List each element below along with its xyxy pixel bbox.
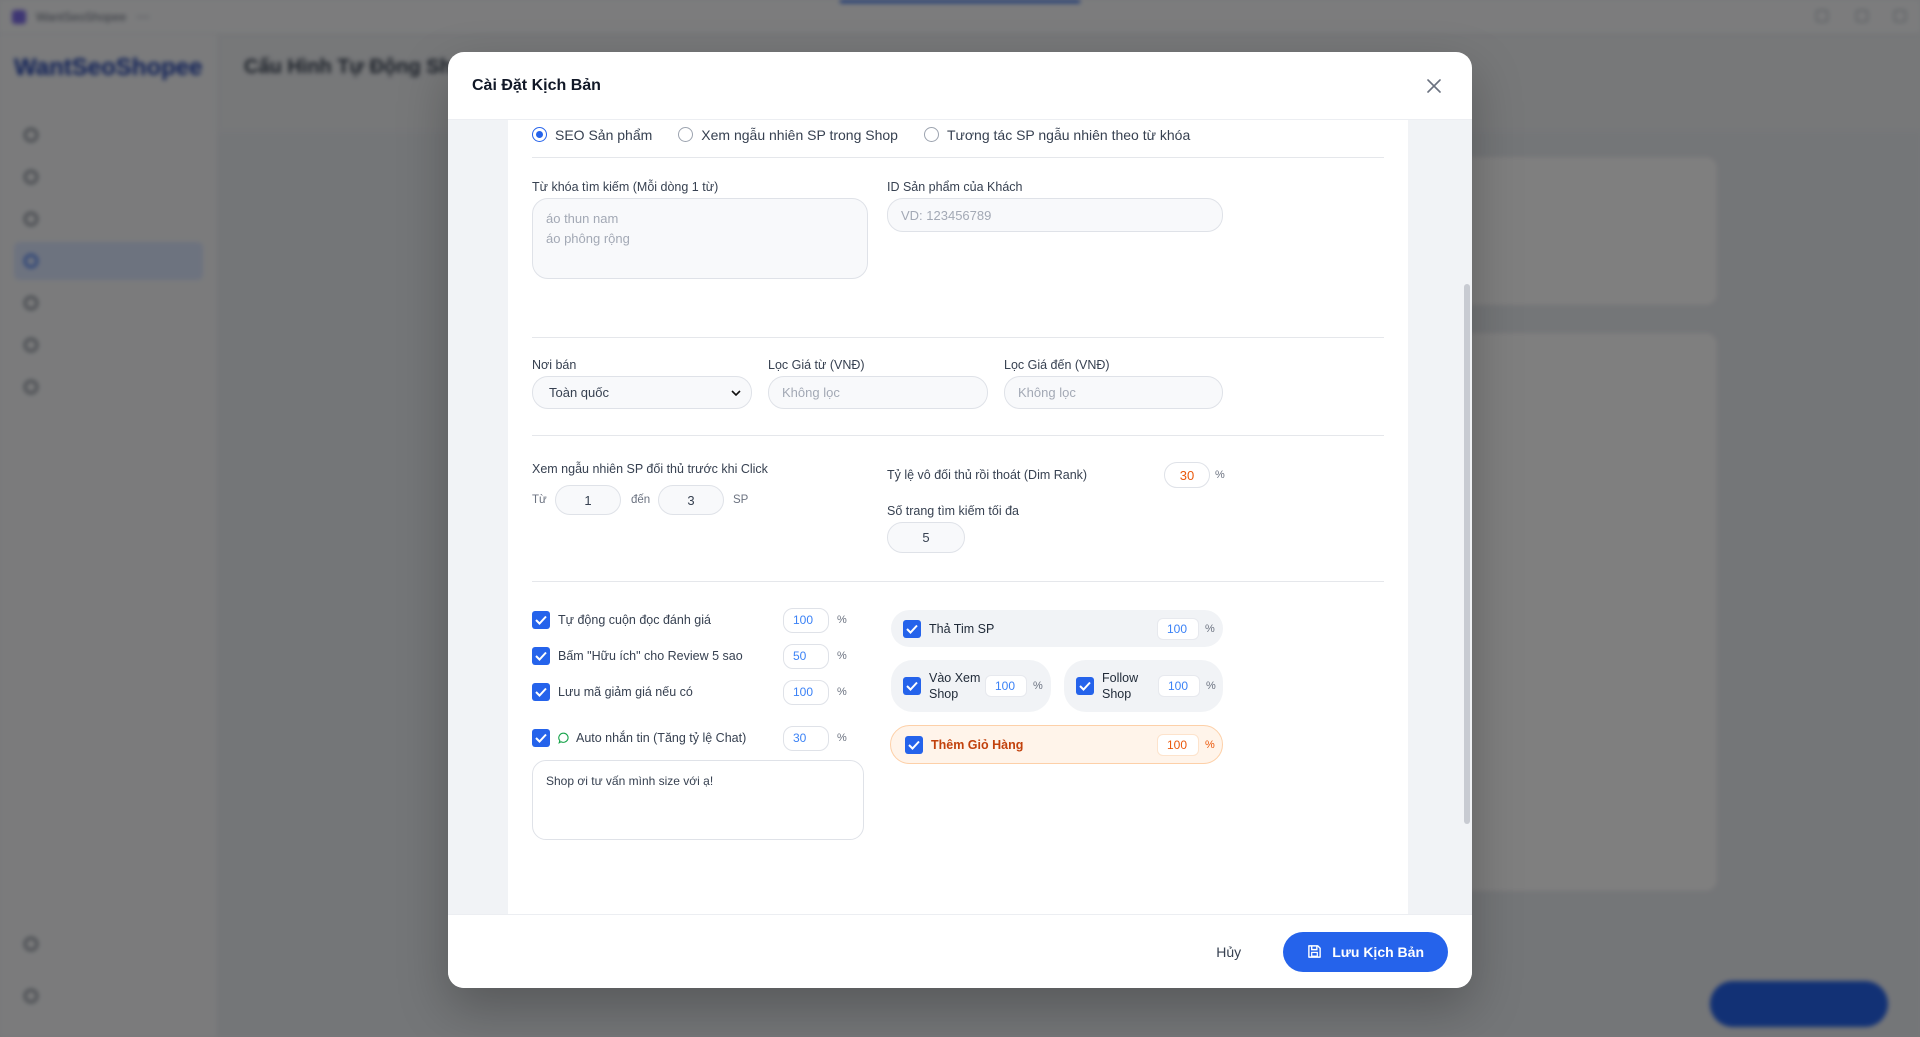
option-label: Auto nhắn tin (Tăng tỷ lệ Chat) <box>576 731 747 745</box>
option-scroll-reviews: Tự động cuộn đọc đánh giá % <box>532 607 882 633</box>
range-from-label: Từ <box>532 494 547 506</box>
location-value: Toàn quốc <box>549 385 609 400</box>
chat-bubble-icon <box>558 732 569 744</box>
follow-shop-rate[interactable] <box>1158 675 1200 697</box>
mode-label: Tương tác SP ngẫu nhiên theo từ khóa <box>946 126 1191 143</box>
radio-indicator <box>532 127 547 142</box>
percent-unit: % <box>837 650 847 662</box>
dim-rank-label: Tỷ lệ vô đối thủ rồi thoát (Dim Rank) <box>887 468 1088 482</box>
modal-body: SEO Sản phẩm Xem ngẫu nhiên SP trong Sho… <box>448 120 1472 914</box>
option-label: Bấm "Hữu ích" cho Review 5 sao <box>558 649 743 663</box>
mode-radio-group: SEO Sản phẩm Xem ngẫu nhiên SP trong Sho… <box>532 120 1384 158</box>
action-follow-shop: Follow Shop % <box>1064 660 1223 712</box>
like-checkbox[interactable] <box>903 619 921 638</box>
modal-footer: Hủy Lưu Kịch Bản <box>448 914 1472 988</box>
save-label: Lưu Kịch Bản <box>1332 943 1424 960</box>
max-pages-label: Số trang tìm kiếm tối đa <box>887 504 1020 518</box>
mode-radio-random-shop[interactable]: Xem ngẫu nhiên SP trong Shop <box>678 127 898 143</box>
product-id-label: ID Sản phẩm của Khách <box>887 180 1023 194</box>
close-icon <box>1427 78 1441 93</box>
option-helpful-review: Bấm "Hữu ích" cho Review 5 sao % <box>532 643 882 669</box>
percent-unit: % <box>1206 680 1216 692</box>
helpful-review-rate[interactable] <box>783 643 829 669</box>
like-label: Thả Tim SP <box>929 621 995 636</box>
visit-shop-rate[interactable] <box>985 675 1027 697</box>
modal-scrollbar[interactable] <box>1464 284 1470 824</box>
chat-message-textarea[interactable]: Shop ơi tư vấn mình size với ạ! <box>532 760 864 840</box>
product-id-input[interactable] <box>887 198 1223 232</box>
range-unit: SP <box>733 494 749 506</box>
range-to-input[interactable] <box>658 485 724 515</box>
chevron-down-icon <box>731 389 741 396</box>
radio-indicator <box>923 127 939 142</box>
modal-header: Cài Đặt Kịch Bản <box>448 52 1472 120</box>
option-label: Lưu mã giảm giá nếu có <box>558 685 693 699</box>
price-from-label: Lọc Giá từ (VNĐ) <box>768 358 865 372</box>
action-add-cart: Thêm Giỏ Hàng % <box>890 725 1223 764</box>
visit-shop-label: Vào Xem Shop <box>929 671 981 701</box>
percent-unit: % <box>837 732 847 744</box>
visit-shop-checkbox[interactable] <box>903 677 921 695</box>
mode-radio-seo[interactable]: SEO Sản phẩm <box>532 127 652 143</box>
modal-content: SEO Sản phẩm Xem ngẫu nhiên SP trong Sho… <box>508 120 1408 914</box>
action-visit-shop: Vào Xem Shop % <box>891 660 1051 712</box>
follow-shop-label: Follow Shop <box>1102 671 1139 701</box>
price-to-label: Lọc Giá đến (VNĐ) <box>1004 358 1110 372</box>
price-to-input[interactable] <box>1004 376 1223 409</box>
auto-chat-rate[interactable] <box>783 725 829 751</box>
percent-unit: % <box>837 614 847 626</box>
mode-label: Xem ngẫu nhiên SP trong Shop <box>701 126 898 143</box>
price-from-input[interactable] <box>768 376 988 409</box>
options-section: Tự động cuộn đọc đánh giá % Bấm "Hữu ích… <box>532 582 1384 840</box>
close-button[interactable] <box>1420 72 1448 100</box>
scroll-reviews-checkbox[interactable] <box>532 611 550 629</box>
percent-unit: % <box>1205 622 1215 635</box>
mode-label: SEO Sản phẩm <box>555 126 653 143</box>
save-script-button[interactable]: Lưu Kịch Bản <box>1283 931 1448 972</box>
save-icon <box>1308 945 1322 958</box>
add-cart-rate[interactable] <box>1157 733 1199 756</box>
option-auto-chat: Auto nhắn tin (Tăng tỷ lệ Chat) % <box>532 725 882 751</box>
percent-unit: % <box>837 686 847 698</box>
add-cart-label: Thêm Giỏ Hàng <box>931 737 1024 752</box>
search-section: Từ khóa tìm kiếm (Mỗi dòng 1 từ) ID Sản … <box>532 158 1384 338</box>
dim-rank-input[interactable] <box>1164 462 1210 488</box>
option-label-wrap: Auto nhắn tin (Tăng tỷ lệ Chat) <box>558 731 783 745</box>
cancel-button[interactable]: Hủy <box>1202 936 1255 968</box>
helpful-review-checkbox[interactable] <box>532 647 550 665</box>
save-voucher-rate[interactable] <box>783 679 829 705</box>
max-pages-input[interactable] <box>887 522 965 553</box>
percent-unit: % <box>1033 680 1043 692</box>
mode-radio-keyword-interact[interactable]: Tương tác SP ngẫu nhiên theo từ khóa <box>923 126 1191 143</box>
behavior-section: Xem ngẫu nhiên SP đối thủ trước khi Clic… <box>532 436 1384 582</box>
competitor-view-label: Xem ngẫu nhiên SP đối thủ trước khi Clic… <box>532 462 768 476</box>
option-label: Tự động cuộn đọc đánh giá <box>558 613 711 627</box>
radio-indicator <box>678 127 694 142</box>
range-from-input[interactable] <box>555 485 621 515</box>
percent-unit: % <box>1205 738 1215 751</box>
keywords-label: Từ khóa tìm kiếm (Mỗi dòng 1 từ) <box>532 180 719 194</box>
range-to-label: đến <box>631 494 651 506</box>
location-label: Nơi bán <box>532 358 577 372</box>
script-settings-modal: Cài Đặt Kịch Bản SEO Sản phẩm Xem ngẫu n… <box>448 52 1472 988</box>
follow-shop-checkbox[interactable] <box>1076 677 1094 695</box>
add-cart-checkbox[interactable] <box>905 735 923 754</box>
modal-title: Cài Đặt Kịch Bản <box>472 76 601 94</box>
save-voucher-checkbox[interactable] <box>532 683 550 701</box>
like-rate[interactable] <box>1157 617 1199 640</box>
auto-chat-checkbox[interactable] <box>532 729 550 747</box>
option-save-voucher: Lưu mã giảm giá nếu có % <box>532 679 882 705</box>
location-select[interactable]: Toàn quốc <box>532 376 752 409</box>
dim-rank-unit: % <box>1215 469 1225 481</box>
scroll-reviews-rate[interactable] <box>783 607 829 633</box>
keywords-textarea[interactable] <box>532 198 868 279</box>
action-like: Thả Tim SP % <box>891 610 1223 647</box>
filter-section: Nơi bán Toàn quốc Lọc Giá từ (VNĐ) Lọc G… <box>532 338 1384 436</box>
